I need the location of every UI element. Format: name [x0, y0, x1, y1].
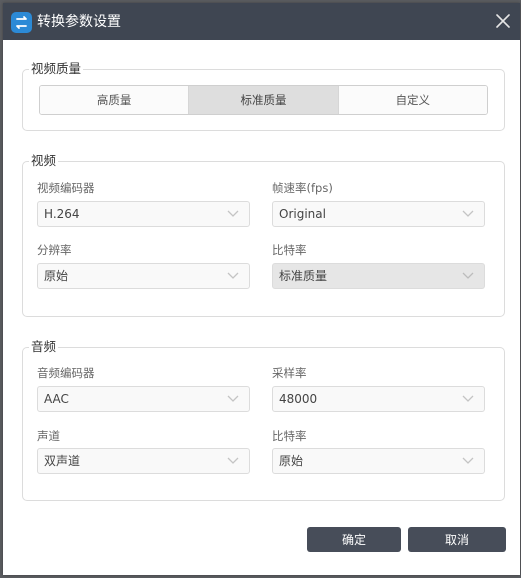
ok-button[interactable]: 确定: [307, 527, 401, 552]
chevron-down-icon: [462, 272, 474, 279]
dialog-title: 转换参数设置: [37, 14, 121, 30]
video-quality-legend: 视频质量: [29, 60, 84, 78]
close-icon[interactable]: [492, 10, 514, 32]
channel-label: 声道: [37, 429, 60, 443]
audio-bitrate-select[interactable]: 原始: [272, 448, 485, 474]
chevron-down-icon: [462, 210, 474, 217]
quality-option-standard[interactable]: 标准质量: [189, 86, 339, 114]
audio-encoder-value: AAC: [44, 392, 69, 406]
video-bitrate-label: 比特率: [272, 243, 307, 257]
chevron-down-icon: [462, 395, 474, 402]
title-bar: 转换参数设置: [3, 3, 520, 40]
chevron-down-icon: [227, 272, 239, 279]
app-logo-icon: [11, 12, 32, 33]
samplerate-select[interactable]: 48000: [272, 386, 485, 412]
audio-bitrate-value: 原始: [279, 454, 304, 468]
resolution-select[interactable]: 原始: [37, 263, 250, 289]
resolution-value: 原始: [44, 269, 69, 283]
quality-segmented-control: 高质量 标准质量 自定义: [39, 85, 488, 115]
channel-select[interactable]: 双声道: [37, 448, 250, 474]
video-encoder-label: 视频编码器: [37, 181, 95, 195]
chevron-down-icon: [227, 210, 239, 217]
video-encoder-value: H.264: [44, 207, 80, 221]
quality-option-custom[interactable]: 自定义: [338, 86, 487, 114]
video-bitrate-value: 标准质量: [279, 269, 328, 283]
fps-select[interactable]: Original: [272, 201, 485, 227]
video-legend: 视频: [29, 152, 59, 170]
audio-encoder-select[interactable]: AAC: [37, 386, 250, 412]
audio-legend: 音频: [29, 338, 59, 356]
fps-value: Original: [279, 207, 326, 221]
video-quality-group: 视频质量 高质量 标准质量 自定义: [22, 60, 505, 131]
chevron-down-icon: [227, 395, 239, 402]
audio-group: 音频 音频编码器 AAC 采样率 48000 声道 双声道 比特率 原始: [22, 338, 505, 501]
resolution-label: 分辨率: [37, 243, 72, 257]
quality-option-high[interactable]: 高质量: [40, 86, 190, 114]
video-group: 视频 视频编码器 H.264 帧速率(fps) Original 分辨率 原始 …: [22, 152, 505, 317]
chevron-down-icon: [462, 457, 474, 464]
cancel-button[interactable]: 取消: [408, 527, 506, 552]
video-encoder-select[interactable]: H.264: [37, 201, 250, 227]
samplerate-label: 采样率: [272, 366, 307, 380]
conversion-settings-dialog: 转换参数设置 视频质量 高质量 标准质量 自定义 视频 视频编码器 H.264 …: [3, 3, 520, 575]
video-bitrate-select: 标准质量: [272, 263, 485, 289]
audio-bitrate-label: 比特率: [272, 429, 307, 443]
audio-encoder-label: 音频编码器: [37, 366, 95, 380]
channel-value: 双声道: [44, 454, 81, 468]
fps-label: 帧速率(fps): [272, 181, 333, 195]
chevron-down-icon: [227, 457, 239, 464]
samplerate-value: 48000: [279, 392, 318, 406]
